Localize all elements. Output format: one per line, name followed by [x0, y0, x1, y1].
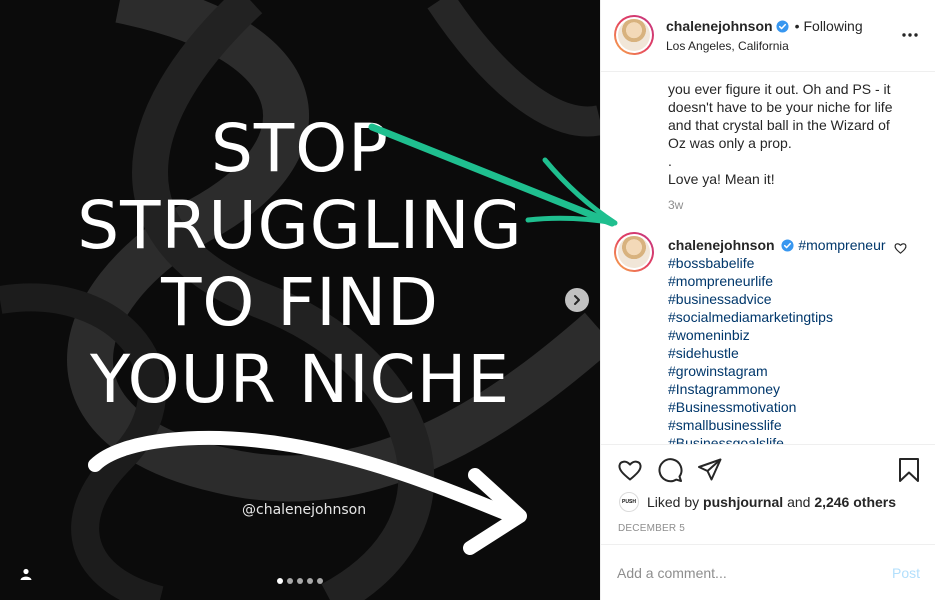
carousel-dots	[277, 578, 323, 584]
author-avatar[interactable]	[614, 15, 654, 55]
header-separator: •	[794, 18, 800, 34]
caption-line: you ever figure it out. Oh and PS - it	[668, 81, 891, 97]
carousel-dot	[277, 578, 283, 584]
post-header: chalenejohnson • Following Los Angeles, …	[601, 0, 935, 72]
caption-line: .	[668, 153, 672, 169]
comments-scroll-area[interactable]: you ever figure it out. Oh and PS - it d…	[601, 72, 935, 444]
hashtag-link[interactable]: #mompreneurlife	[668, 272, 898, 290]
headline-line: STOP	[211, 110, 389, 187]
save-bookmark-icon[interactable]	[896, 457, 922, 483]
carousel-dot	[317, 578, 323, 584]
post-sidebar: chalenejohnson • Following Los Angeles, …	[600, 0, 935, 600]
carousel-dot	[297, 578, 303, 584]
next-slide-button[interactable]	[565, 288, 589, 312]
like-heart-icon[interactable]	[617, 457, 643, 483]
carousel-dot	[287, 578, 293, 584]
add-comment-input[interactable]	[617, 561, 867, 585]
hashtag-link[interactable]: #sidehustle	[668, 344, 898, 362]
hashtag-link[interactable]: #mompreneur	[798, 237, 885, 253]
hashtag-link[interactable]: #Businessgoalslife	[668, 434, 898, 444]
verified-badge-icon	[781, 239, 795, 252]
following-button[interactable]: Following	[803, 18, 862, 34]
headline-line: TO FIND	[161, 264, 439, 341]
hashtag-link[interactable]: #businessadvice	[668, 290, 898, 308]
post-comment-button[interactable]: Post	[892, 565, 920, 581]
liker-username[interactable]: pushjournal	[703, 494, 783, 510]
hashtag-link[interactable]: #growinstagram	[668, 362, 898, 380]
author-username[interactable]: chalenejohnson	[666, 18, 773, 34]
caption-line: and that crystal ball in the Wizard of	[668, 117, 890, 133]
carousel-dot	[307, 578, 313, 584]
post-media[interactable]: STOP STRUGGLING TO FIND YOUR NICHE @chal…	[0, 0, 600, 600]
likes-summary: PUSH Liked by pushjournal and 2,246 othe…	[619, 492, 896, 512]
commenter-username[interactable]: chalenejohnson	[668, 237, 775, 253]
hashtag-link[interactable]: #Businessmotivation	[668, 398, 898, 416]
commenter-avatar[interactable]	[614, 232, 654, 272]
white-arrow-graphic	[88, 430, 527, 555]
post-headline: STOP STRUGGLING TO FIND YOUR NICHE	[0, 110, 600, 418]
hashtag-link[interactable]: #socialmediamarketingtips	[668, 308, 898, 326]
verified-badge-icon	[776, 19, 789, 33]
chevron-right-icon	[574, 295, 580, 305]
comment-like-heart-icon[interactable]	[894, 242, 907, 255]
hashtag-link[interactable]: #smallbusinesslife	[668, 416, 898, 434]
location-link[interactable]: Los Angeles, California	[666, 39, 789, 53]
caption-line: Oz was only a prop.	[668, 135, 792, 151]
post-date[interactable]: DECEMBER 5	[618, 523, 685, 534]
liker-avatar[interactable]: PUSH	[619, 492, 639, 512]
more-options-icon[interactable]	[901, 26, 919, 44]
caption-time[interactable]: 3w	[668, 198, 683, 212]
add-comment-bar: Post	[601, 544, 935, 600]
liked-by-label: Liked by	[647, 494, 700, 510]
headline-line: YOUR NICHE	[89, 341, 511, 418]
image-handle-text: @chalenejohnson	[242, 502, 367, 518]
caption-line: Love ya! Mean it!	[668, 171, 775, 187]
caption-text: you ever figure it out. Oh and PS - it d…	[668, 72, 908, 188]
comment-body: chalenejohnson #mompreneur #bossbabelife…	[668, 236, 898, 444]
caption-line	[668, 72, 908, 80]
share-paper-plane-icon[interactable]	[697, 457, 723, 483]
user-icon	[20, 568, 32, 580]
post-actions: PUSH Liked by pushjournal and 2,246 othe…	[601, 444, 935, 544]
headline-line: STRUGGLING	[77, 187, 523, 264]
hashtag-link[interactable]: #Instagrammoney	[668, 380, 898, 398]
others-count-link[interactable]: 2,246 others	[814, 494, 896, 510]
caption-line: doesn't have to be your niche for life	[668, 99, 893, 115]
hashtag-link[interactable]: #womeninbiz	[668, 326, 898, 344]
tagged-users-button[interactable]	[14, 562, 38, 586]
comment-bubble-icon[interactable]	[657, 457, 683, 483]
author-row: chalenejohnson • Following	[666, 18, 863, 34]
and-label: and	[787, 494, 811, 510]
hashtag-link[interactable]: #bossbabelife	[668, 254, 898, 272]
